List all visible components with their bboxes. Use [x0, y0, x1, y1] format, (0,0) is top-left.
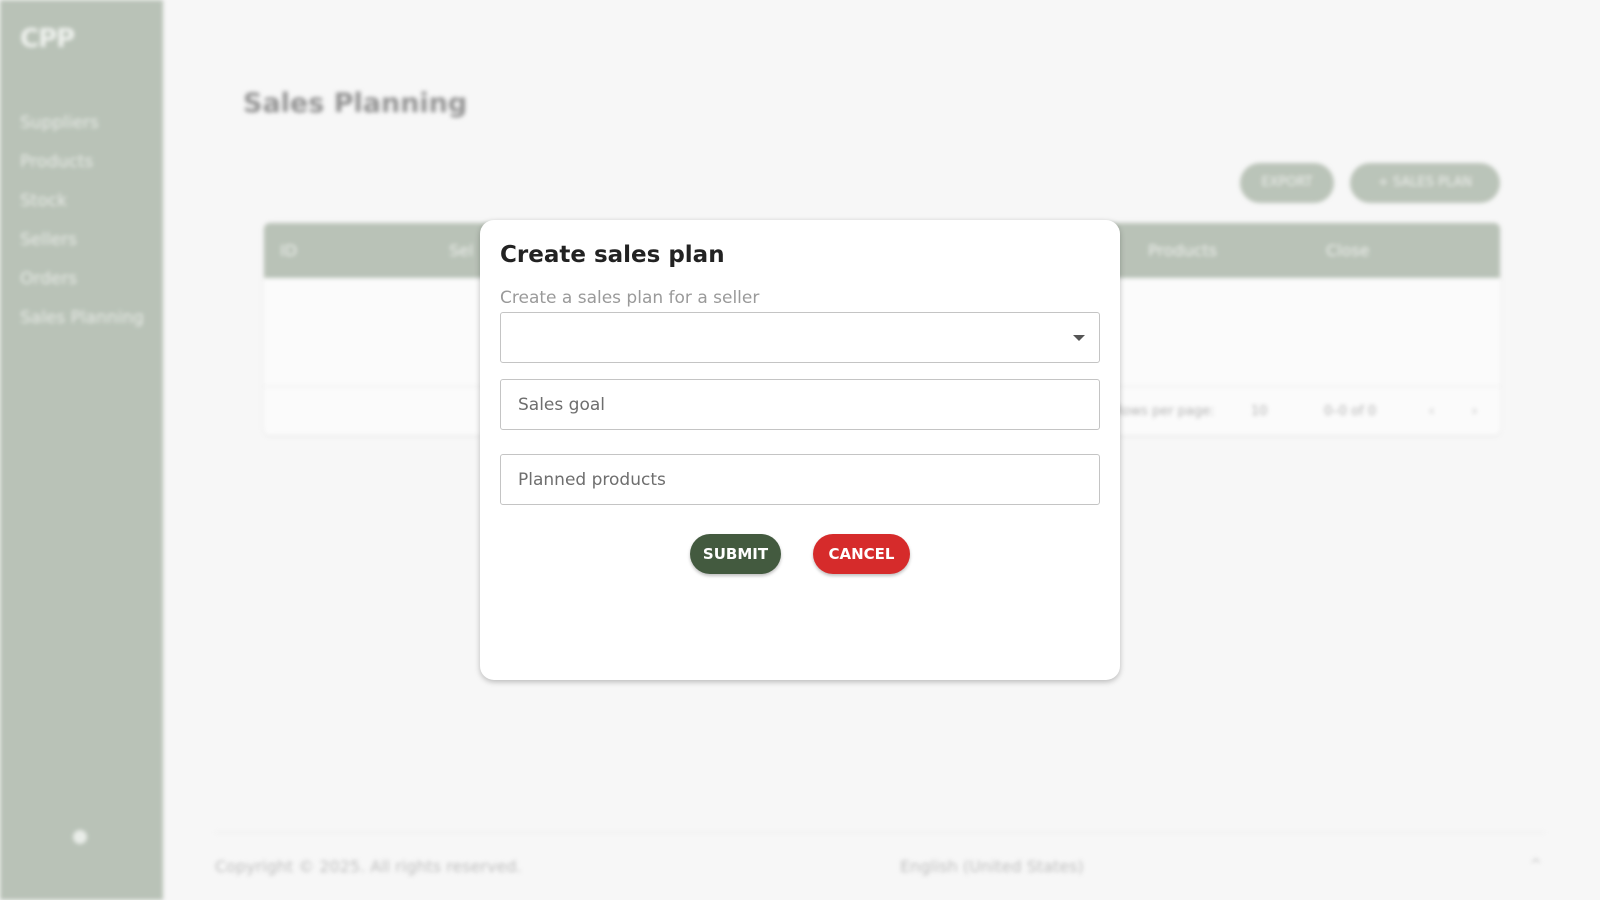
cancel-button[interactable]: CANCEL: [813, 534, 910, 574]
planned-products-input[interactable]: [501, 455, 1099, 504]
submit-button[interactable]: SUBMIT: [690, 534, 781, 574]
create-sales-plan-dialog: Create sales plan Create a sales plan fo…: [480, 220, 1120, 680]
dialog-title: Create sales plan: [500, 242, 725, 268]
sales-goal-input[interactable]: [501, 380, 1099, 429]
dialog-subtitle: Create a sales plan for a seller: [500, 288, 760, 308]
chevron-down-icon[interactable]: [1073, 335, 1085, 341]
sales-goal-field: [500, 379, 1100, 430]
seller-select[interactable]: [500, 312, 1100, 363]
planned-products-field: [500, 454, 1100, 505]
